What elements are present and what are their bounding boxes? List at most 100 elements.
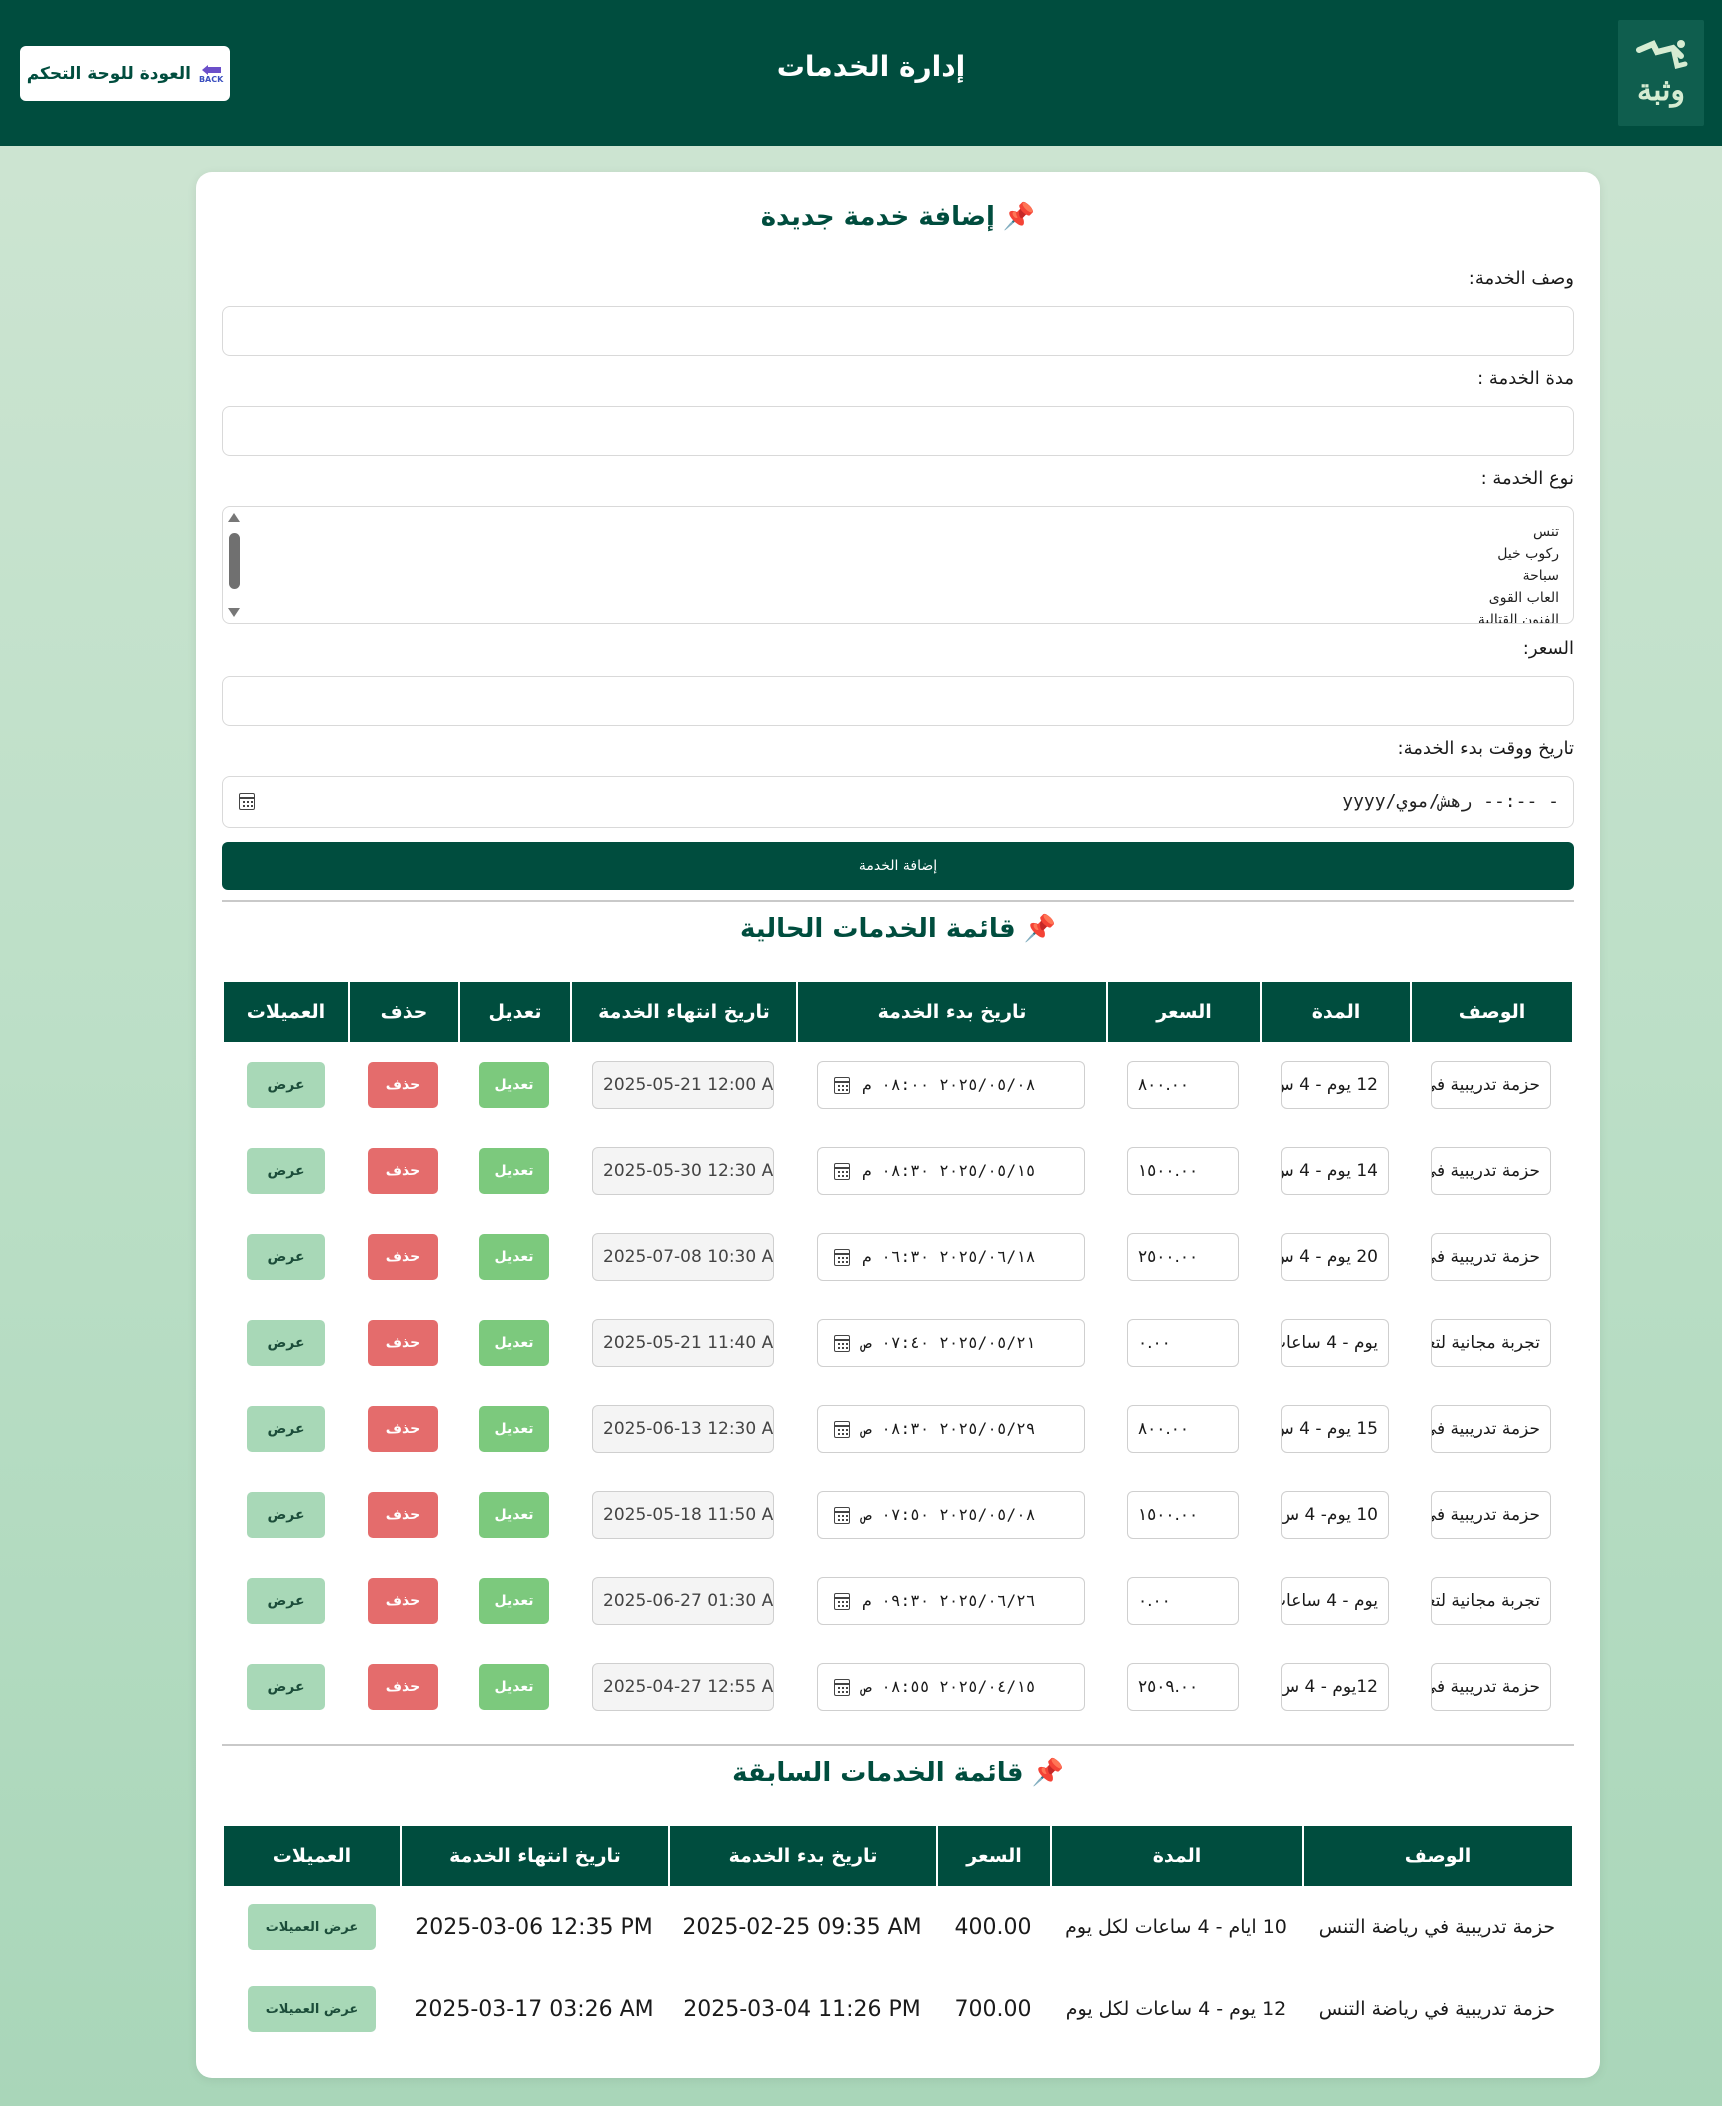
col-description: الوصف <box>1302 1826 1572 1886</box>
view-clients-button[interactable]: عرض <box>247 1406 325 1452</box>
duration-field[interactable]: 20 يوم - 4 س <box>1281 1233 1389 1281</box>
edit-button[interactable]: تعديل <box>479 1578 549 1624</box>
description-field[interactable]: حزمة تدريبية في <box>1431 1147 1551 1195</box>
option-horse-riding[interactable]: ركوب خيل <box>223 543 1559 565</box>
calendar-icon[interactable] <box>834 1077 850 1094</box>
edit-button[interactable]: تعديل <box>479 1320 549 1366</box>
start-date-field[interactable]: ٢٠٢٥/٠٦/١٨ ٠٦:٣٠ م <box>817 1233 1085 1281</box>
view-clients-button[interactable]: عرض <box>247 1148 325 1194</box>
cell-end-date: 2025-05-30 12:30 AM <box>570 1128 796 1214</box>
start-date-field[interactable]: ٢٠٢٥/٠٥/٢١ ٠٧:٤٠ ص <box>817 1319 1085 1367</box>
description-input[interactable] <box>222 306 1574 356</box>
price-field[interactable]: ٢٥٠٠.٠٠ <box>1127 1233 1239 1281</box>
calendar-icon[interactable] <box>239 793 255 810</box>
price-field[interactable]: ٨٠٠.٠٠ <box>1127 1405 1239 1453</box>
price-field[interactable]: ١٥٠٠.٠٠ <box>1127 1491 1239 1539</box>
edit-button[interactable]: تعديل <box>479 1406 549 1452</box>
scroll-down-arrow-icon[interactable] <box>228 608 240 617</box>
calendar-icon[interactable] <box>834 1679 850 1696</box>
start-date-field[interactable]: ٢٠٢٥/٠٥/٢٩ ٠٨:٣٠ ص <box>817 1405 1085 1453</box>
calendar-icon[interactable] <box>834 1249 850 1266</box>
view-clients-button[interactable]: عرض <box>247 1578 325 1624</box>
cell-end-date: 2025-04-27 12:55 AM <box>570 1644 796 1730</box>
view-clients-button[interactable]: عرض <box>247 1320 325 1366</box>
view-clients-button[interactable]: عرض العميلات <box>248 1904 376 1950</box>
add-service-button[interactable]: إضافة الخدمة <box>222 842 1574 890</box>
add-service-heading: 📌إضافة خدمة جديدة <box>760 202 1036 232</box>
start-date-field[interactable]: ٢٠٢٥/٠٥/٠٨ ٠٧:٥٠ ص <box>817 1491 1085 1539</box>
duration-field[interactable]: يوم - 4 ساعات <box>1281 1319 1389 1367</box>
edit-button[interactable]: تعديل <box>479 1234 549 1280</box>
view-clients-button[interactable]: عرض <box>247 1234 325 1280</box>
view-clients-button[interactable]: عرض <box>247 1062 325 1108</box>
cell-end-date: 2025-05-21 11:40 AM <box>570 1300 796 1386</box>
view-clients-button[interactable]: عرض العميلات <box>248 1986 376 2032</box>
view-clients-button[interactable]: عرض <box>247 1492 325 1538</box>
description-field[interactable]: حزمة تدريبية في <box>1431 1233 1551 1281</box>
option-athletics[interactable]: العاب القوى <box>223 587 1559 609</box>
calendar-icon[interactable] <box>834 1335 850 1352</box>
price-label: السعر: <box>1522 638 1574 659</box>
description-field[interactable]: حزمة تدريبية في <box>1431 1061 1551 1109</box>
service-type-select[interactable]: تنس ركوب خيل سباحة العاب القوى الفنون ال… <box>222 506 1574 624</box>
description-field[interactable]: حزمة تدريبية في <box>1431 1491 1551 1539</box>
scroll-thumb[interactable] <box>229 533 240 589</box>
cell-start-date: ٢٠٢٥/٠٥/٠٨ ٠٧:٥٠ ص <box>796 1472 1106 1558</box>
delete-button[interactable]: حذف <box>368 1578 438 1624</box>
previous-services-heading: 📌قائمة الخدمات السابقة <box>732 1758 1064 1788</box>
price-field[interactable]: ٠.٠٠ <box>1127 1577 1239 1625</box>
description-field[interactable]: تجربة مجانية لتعلم <box>1431 1577 1551 1625</box>
description-field[interactable]: حزمة تدريبية في <box>1431 1405 1551 1453</box>
duration-input[interactable] <box>222 406 1574 456</box>
delete-button[interactable]: حذف <box>368 1406 438 1452</box>
delete-button[interactable]: حذف <box>368 1148 438 1194</box>
edit-button[interactable]: تعديل <box>479 1148 549 1194</box>
cell-start-date: ٢٠٢٥/٠٥/٢٩ ٠٨:٣٠ ص <box>796 1386 1106 1472</box>
duration-field[interactable]: 14 يوم - 4 س <box>1281 1147 1389 1195</box>
edit-button[interactable]: تعديل <box>479 1492 549 1538</box>
back-button-label: العودة للوحة التحكم <box>26 63 191 84</box>
cell-edit: تعديل <box>458 1386 570 1472</box>
scroll-up-arrow-icon[interactable] <box>228 513 240 522</box>
cell-price: 700.00 <box>954 1996 1032 2022</box>
price-input[interactable] <box>222 676 1574 726</box>
cell-description: تجربة مجانية لتعلم <box>1410 1300 1572 1386</box>
option-martial-arts[interactable]: الفنون القتالية <box>223 609 1559 623</box>
price-field[interactable]: ١٥٠٠.٠٠ <box>1127 1147 1239 1195</box>
start-date-field[interactable]: ٢٠٢٥/٠٤/١٥ ٠٨:٥٥ ص <box>817 1663 1085 1711</box>
duration-field[interactable]: 12يوم - 4 س <box>1281 1663 1389 1711</box>
cell-description: حزمة تدريبية في <box>1410 1128 1572 1214</box>
start-datetime-input[interactable]: yyyy/رهش/موي --:-- - <box>222 776 1574 828</box>
duration-field[interactable]: يوم - 4 ساعات <box>1281 1577 1389 1625</box>
cell-price: ٢٥٠٠.٠٠ <box>1106 1214 1260 1300</box>
start-date-field[interactable]: ٢٠٢٥/٠٥/٠٨ ٠٨:٠٠ م <box>817 1061 1085 1109</box>
delete-button[interactable]: حذف <box>368 1062 438 1108</box>
start-date-field[interactable]: ٢٠٢٥/٠٥/١٥ ٠٨:٣٠ م <box>817 1147 1085 1195</box>
calendar-icon[interactable] <box>834 1163 850 1180</box>
edit-button[interactable]: تعديل <box>479 1664 549 1710</box>
duration-field[interactable]: 15 يوم - 4 س <box>1281 1405 1389 1453</box>
start-date-value: ٢٠٢٥/٠٦/١٨ ٠٦:٣٠ م <box>862 1247 1036 1266</box>
description-field[interactable]: تجربة مجانية لتعلم <box>1431 1319 1551 1367</box>
view-clients-button[interactable]: عرض <box>247 1664 325 1710</box>
select-scrollbar[interactable] <box>225 509 243 621</box>
price-field[interactable]: ٠.٠٠ <box>1127 1319 1239 1367</box>
start-date-field[interactable]: ٢٠٢٥/٠٦/٢٦ ٠٩:٣٠ م <box>817 1577 1085 1625</box>
delete-button[interactable]: حذف <box>368 1492 438 1538</box>
price-field[interactable]: ٨٠٠.٠٠ <box>1127 1061 1239 1109</box>
edit-button[interactable]: تعديل <box>479 1062 549 1108</box>
calendar-icon[interactable] <box>834 1507 850 1524</box>
description-field[interactable]: حزمة تدريبية في <box>1431 1663 1551 1711</box>
option-swimming[interactable]: سباحة <box>223 565 1559 587</box>
calendar-icon[interactable] <box>834 1421 850 1438</box>
calendar-icon[interactable] <box>834 1593 850 1610</box>
table-header-row: الوصف المدة السعر تاريخ بدء الخدمة تاريخ… <box>224 1826 1572 1886</box>
delete-button[interactable]: حذف <box>368 1320 438 1366</box>
price-field[interactable]: ٢٥٠٩.٠٠ <box>1127 1663 1239 1711</box>
delete-button[interactable]: حذف <box>368 1664 438 1710</box>
back-to-dashboard-button[interactable]: BACK العودة للوحة التحكم <box>20 46 230 101</box>
duration-field[interactable]: 12 يوم - 4 س <box>1281 1061 1389 1109</box>
duration-field[interactable]: 10 يوم- 4 س <box>1281 1491 1389 1539</box>
delete-button[interactable]: حذف <box>368 1234 438 1280</box>
option-tennis[interactable]: تنس <box>223 521 1559 543</box>
